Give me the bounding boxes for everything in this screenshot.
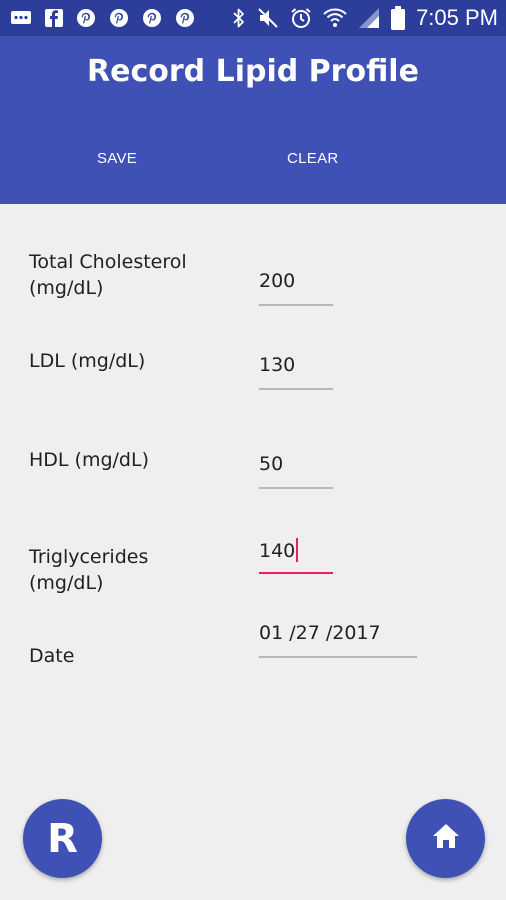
wifi-icon: [323, 7, 347, 29]
signal-icon: [358, 7, 380, 29]
pinterest-icon: [142, 8, 162, 28]
status-time: 7:05 PM: [416, 5, 498, 30]
home-fab-button[interactable]: [406, 799, 485, 878]
hdl-value: 50: [259, 453, 284, 475]
pinterest-icon: [76, 8, 96, 28]
triglycerides-input[interactable]: 140: [259, 530, 333, 574]
text-cursor: [296, 538, 299, 562]
page-title: Record Lipid Profile: [87, 54, 419, 89]
mute-icon: [257, 7, 279, 29]
ldl-label: LDL (mg/dL): [29, 350, 146, 372]
alarm-icon: [290, 7, 312, 29]
status-bar: 7:05 PM: [0, 0, 506, 36]
ldl-underline: [259, 388, 333, 390]
app-bar: Record Lipid Profile SAVE CLEAR: [0, 36, 506, 204]
total-cholesterol-label-line1: Total Cholesterol: [29, 251, 187, 273]
save-button[interactable]: SAVE: [97, 150, 137, 167]
ldl-value: 130: [259, 354, 296, 376]
triglycerides-underline: [259, 572, 333, 574]
hdl-underline: [259, 487, 333, 489]
battery-icon: [391, 6, 406, 30]
bluetooth-icon: [232, 7, 246, 29]
message-icon: [10, 9, 32, 27]
pinterest-icon: [109, 8, 129, 28]
date-value: 01 /27 /2017: [259, 622, 381, 644]
facebook-icon: [45, 9, 63, 27]
date-input[interactable]: 01 /27 /2017: [259, 614, 417, 658]
pinterest-icon: [175, 8, 195, 28]
clear-button[interactable]: CLEAR: [287, 150, 339, 167]
ldl-input[interactable]: 130: [259, 346, 333, 390]
total-cholesterol-underline: [259, 304, 333, 306]
triglycerides-label-line1: Triglycerides: [29, 546, 149, 568]
total-cholesterol-label: Total Cholesterol (mg/dL): [29, 249, 187, 301]
triglycerides-value: 140: [259, 540, 296, 562]
r-fab-button[interactable]: R: [23, 799, 102, 878]
triglycerides-label-line2: (mg/dL): [29, 572, 104, 594]
total-cholesterol-label-line2: (mg/dL): [29, 277, 104, 299]
hdl-label: HDL (mg/dL): [29, 449, 149, 471]
total-cholesterol-value: 200: [259, 270, 296, 292]
home-icon: [431, 822, 461, 855]
triglycerides-label: Triglycerides (mg/dL): [29, 544, 148, 596]
date-underline: [259, 656, 417, 658]
total-cholesterol-input[interactable]: 200: [259, 262, 333, 306]
date-label: Date: [29, 645, 75, 667]
hdl-input[interactable]: 50: [259, 445, 333, 489]
